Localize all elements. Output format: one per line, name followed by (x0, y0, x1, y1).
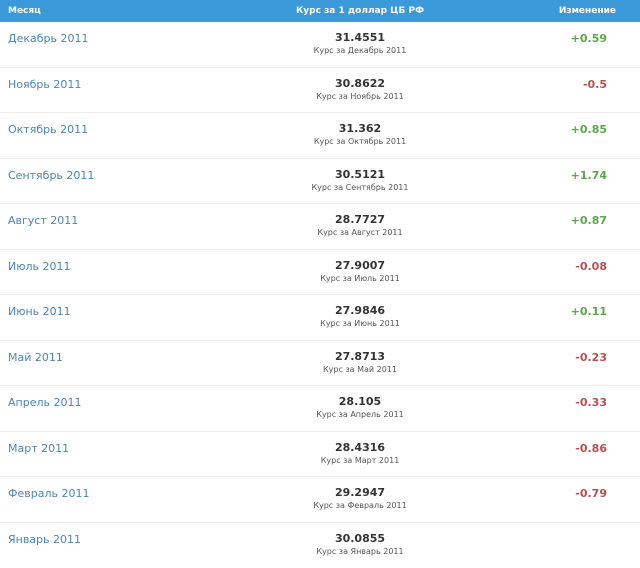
rate-value: 29.2947 (0, 486, 640, 499)
exchange-rate-table: Месяц Курс за 1 доллар ЦБ РФ Изменение Д… (0, 0, 640, 568)
rate-caption: Курс за Ноябрь 2011 (0, 91, 640, 103)
rate-caption: Курс за Май 2011 (0, 364, 640, 376)
rate-value: 28.105 (0, 395, 640, 408)
change-value: +0.11 (571, 305, 607, 318)
change-value: -0.33 (575, 396, 607, 409)
rate-caption: Курс за Январь 2011 (0, 546, 640, 558)
rate-cell: 27.8713Курс за Май 2011 (0, 350, 640, 376)
rate-value: 31.362 (0, 122, 640, 135)
change-value: +0.59 (571, 32, 607, 45)
column-header-rate[interactable]: Курс за 1 доллар ЦБ РФ (0, 6, 640, 16)
table-row: Ноябрь 201130.8622Курс за Ноябрь 2011-0.… (0, 68, 640, 114)
change-value: +0.85 (571, 123, 607, 136)
rate-value: 28.4316 (0, 441, 640, 454)
table-row: Июнь 201127.9846Курс за Июнь 2011+0.11 (0, 295, 640, 341)
rate-caption: Курс за Октябрь 2011 (0, 136, 640, 148)
rate-caption: Курс за Декабрь 2011 (0, 45, 640, 57)
rate-cell: 31.4551Курс за Декабрь 2011 (0, 31, 640, 57)
column-header-change[interactable]: Изменение (559, 6, 616, 16)
rate-caption: Курс за Июль 2011 (0, 273, 640, 285)
table-row: Сентябрь 201130.5121Курс за Сентябрь 201… (0, 159, 640, 205)
table-row: Март 201128.4316Курс за Март 2011-0.86 (0, 432, 640, 478)
change-value: -0.5 (583, 78, 607, 91)
rate-cell: 28.105Курс за Апрель 2011 (0, 395, 640, 421)
rate-value: 28.7727 (0, 213, 640, 226)
rate-cell: 31.362Курс за Октябрь 2011 (0, 122, 640, 148)
table-row: Август 201128.7727Курс за Август 2011+0.… (0, 204, 640, 250)
rate-caption: Курс за Сентябрь 2011 (0, 182, 640, 194)
table-body: Декабрь 201131.4551Курс за Декабрь 2011+… (0, 22, 640, 568)
rate-caption: Курс за Апрель 2011 (0, 409, 640, 421)
rate-cell: 29.2947Курс за Февраль 2011 (0, 486, 640, 512)
rate-cell: 27.9007Курс за Июль 2011 (0, 259, 640, 285)
rate-value: 30.8622 (0, 77, 640, 90)
change-value: -0.86 (575, 442, 607, 455)
table-row: Май 201127.8713Курс за Май 2011-0.23 (0, 341, 640, 387)
rate-value: 27.8713 (0, 350, 640, 363)
table-row: Февраль 201129.2947Курс за Февраль 2011-… (0, 477, 640, 523)
rate-value: 31.4551 (0, 31, 640, 44)
rate-cell: 30.0855Курс за Январь 2011 (0, 532, 640, 558)
table-header: Месяц Курс за 1 доллар ЦБ РФ Изменение (0, 0, 640, 22)
rate-cell: 30.5121Курс за Сентябрь 2011 (0, 168, 640, 194)
rate-cell: 30.8622Курс за Ноябрь 2011 (0, 77, 640, 103)
change-value: -0.23 (575, 351, 607, 364)
change-value: -0.79 (575, 487, 607, 500)
rate-caption: Курс за Февраль 2011 (0, 500, 640, 512)
rate-caption: Курс за Август 2011 (0, 227, 640, 239)
table-row: Июль 201127.9007Курс за Июль 2011-0.08 (0, 250, 640, 296)
rate-cell: 27.9846Курс за Июнь 2011 (0, 304, 640, 330)
change-value: +0.87 (571, 214, 607, 227)
change-value: -0.08 (575, 260, 607, 273)
rate-caption: Курс за Март 2011 (0, 455, 640, 467)
rate-value: 30.5121 (0, 168, 640, 181)
table-row: Декабрь 201131.4551Курс за Декабрь 2011+… (0, 22, 640, 68)
table-row: Апрель 201128.105Курс за Апрель 2011-0.3… (0, 386, 640, 432)
table-row: Январь 201130.0855Курс за Январь 2011 (0, 523, 640, 568)
rate-value: 27.9007 (0, 259, 640, 272)
rate-value: 27.9846 (0, 304, 640, 317)
rate-cell: 28.7727Курс за Август 2011 (0, 213, 640, 239)
rate-cell: 28.4316Курс за Март 2011 (0, 441, 640, 467)
change-value: +1.74 (571, 169, 607, 182)
rate-value: 30.0855 (0, 532, 640, 545)
table-row: Октябрь 201131.362Курс за Октябрь 2011+0… (0, 113, 640, 159)
rate-caption: Курс за Июнь 2011 (0, 318, 640, 330)
